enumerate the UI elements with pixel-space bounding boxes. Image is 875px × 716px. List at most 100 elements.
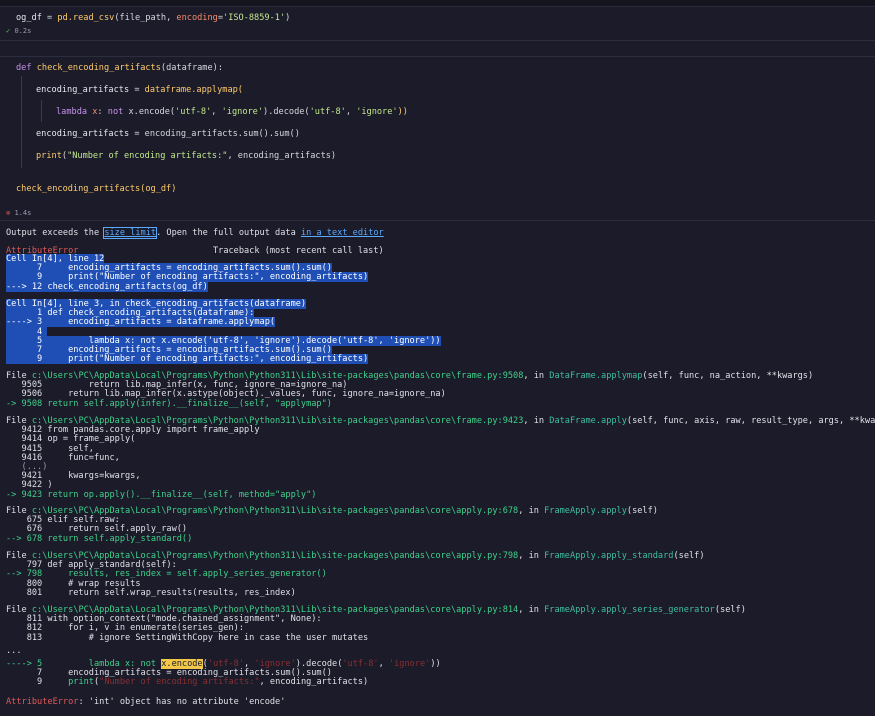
function-name: DataFrame.applymap: [549, 371, 643, 381]
code-token: ,: [378, 659, 389, 669]
code-token: ): [285, 13, 291, 23]
code-token: 9: [6, 677, 69, 688]
in-label: , in: [518, 506, 545, 516]
code-token: og_df: [16, 13, 42, 23]
top-bar: [0, 0, 875, 7]
traceback-line: ----> 3 encoding_artifacts = dataframe.a…: [6, 317, 276, 328]
code-token: ,: [345, 107, 357, 117]
code-token: dataframe.applymap(: [144, 85, 243, 95]
cell1-exec-status: ✓ 0.2s: [6, 27, 31, 35]
indent-guide: [41, 100, 42, 122]
notice-text: Output exceeds the: [6, 228, 105, 238]
code-token: lambda: [56, 107, 88, 117]
traceback-frame-4: File c:\Users\PC\AppData\Local\Programs\…: [6, 551, 705, 598]
cell2-code-line-1[interactable]: def check_encoding_artifacts(dataframe):: [16, 63, 223, 73]
cell-separator: [0, 56, 875, 57]
error-circle-icon: ⊗: [6, 209, 11, 217]
cell-separator: [0, 220, 875, 221]
traceback-line: 9 print("Number of encoding artifacts:",…: [6, 272, 369, 283]
in-label: , in: [518, 551, 545, 561]
traceback-line: 801 return self.wrap_results(results, re…: [6, 587, 296, 598]
cell2-exec-status: ⊗ 1.4s: [6, 209, 31, 217]
code-token: x.encode(: [123, 107, 176, 117]
code-token: 'utf-8': [175, 107, 212, 117]
traceback-line: 813 # ignore SettingWithCopy here in cas…: [6, 632, 369, 643]
code-token: 'ISO-8859-1': [223, 13, 286, 23]
final-error-message: AttributeError: 'int' object has no attr…: [6, 697, 285, 707]
in-label: , in: [523, 416, 550, 426]
code-token: def: [16, 63, 32, 73]
code-token: ).decode(: [263, 107, 310, 117]
cell2-exec-time: 1.4s: [14, 209, 32, 217]
error-message: : 'int' object has no attribute 'encode': [78, 697, 286, 707]
function-signature: (self): [626, 506, 658, 516]
cell2-code-line-6[interactable]: check_encoding_artifacts(og_df): [16, 184, 176, 194]
checkmark-icon: ✓: [6, 27, 11, 35]
code-token: x: [87, 107, 98, 117]
traceback-frame-2: File c:\Users\PC\AppData\Local\Programs\…: [6, 416, 875, 500]
function-name: FrameApply.apply_standard: [544, 551, 674, 561]
function-name: DataFrame.apply: [549, 416, 627, 426]
code-token: 'utf-8': [309, 107, 346, 117]
cell2-code-line-2[interactable]: encoding_artifacts = dataframe.applymap(: [36, 85, 243, 95]
function-signature: (self): [714, 605, 746, 615]
indent-guide: [21, 76, 22, 168]
in-label: , in: [518, 605, 545, 615]
code-token: pd.read_csv: [57, 13, 115, 23]
code-token: check_encoding_artifacts: [36, 63, 161, 73]
function-signature: (self, func, na_action, **kwargs): [642, 371, 814, 381]
code-token: print: [36, 151, 62, 161]
code-token: =: [41, 13, 58, 23]
code-token: = encoding_artifacts.sum().sum(): [129, 129, 300, 139]
traceback-frame-last: ----> 5 lambda x: not x.encode('utf-8', …: [6, 659, 441, 688]
function-signature: (self, func, axis, raw, result_type, arg…: [626, 416, 875, 426]
traceback-frame-1: File c:\Users\PC\AppData\Local\Programs\…: [6, 371, 814, 409]
error-name: AttributeError: [6, 697, 79, 707]
code-token: 'ignore': [356, 107, 398, 117]
output-size-notice: Output exceeds the size limit. Open the …: [6, 227, 384, 239]
function-name: FrameApply.apply: [544, 506, 627, 516]
code-token: encoding_artifacts: [36, 85, 130, 95]
code-token: , encoding_artifacts): [227, 151, 337, 161]
traceback-block-2: Cell In[4], line 3, in check_encoding_ar…: [6, 299, 441, 365]
code-token: )): [397, 107, 408, 117]
code-token: print: [68, 677, 94, 688]
size-limit-link[interactable]: size limit: [103, 227, 158, 239]
ellipsis: ...: [6, 646, 22, 656]
cell1-code-line[interactable]: og_df = pd.read_csv(file_path, encoding=…: [16, 13, 290, 23]
code-token: 'utf-8': [342, 659, 379, 669]
traceback-line: 9 print("Number of encoding artifacts:",…: [6, 354, 369, 365]
code-token: (file_path,: [114, 13, 177, 23]
code-token: encoding_artifacts: [36, 129, 130, 139]
code-token: 'ignore': [221, 107, 264, 117]
traceback-line: ---> 12 check_encoding_artifacts(og_df): [6, 281, 208, 292]
cell2-code-line-4[interactable]: encoding_artifacts = encoding_artifacts.…: [36, 129, 300, 139]
code-token: "Number of encoding artifacts:": [99, 677, 260, 688]
code-token: encoding: [176, 13, 218, 23]
function-name: FrameApply.apply_series_generator: [544, 605, 715, 615]
traceback-frame-3: File c:\Users\PC\AppData\Local\Programs\…: [6, 506, 658, 544]
notice-text: . Open the full output data: [156, 228, 301, 238]
code-token: not: [107, 107, 124, 117]
code-token: =: [129, 85, 145, 95]
traceback-line: -> 9423 return op.apply().__finalize__(s…: [6, 489, 317, 500]
code-token: 'ignore': [388, 659, 431, 669]
code-token: , encoding_artifacts): [259, 677, 369, 688]
function-signature: (self): [673, 551, 705, 561]
code-token: :: [97, 107, 108, 117]
cell1-exec-time: 0.2s: [14, 27, 32, 35]
code-token: ,: [211, 107, 222, 117]
cell2-code-line-5[interactable]: print("Number of encoding artifacts:", e…: [36, 151, 336, 161]
traceback-line: -> 9508 return self.apply(infer).__final…: [6, 398, 332, 409]
open-in-text-editor-link[interactable]: in a text editor: [301, 228, 384, 238]
traceback-line: --> 678 return self.apply_standard(): [6, 533, 193, 544]
traceback-frame-5: File c:\Users\PC\AppData\Local\Programs\…: [6, 605, 746, 643]
traceback-block-1: Cell In[4], line 12 7 encoding_artifacts…: [6, 254, 369, 292]
code-token: (dataframe):: [160, 63, 223, 73]
code-token: "Number of encoding artifacts:": [67, 151, 228, 161]
cell2-code-line-3[interactable]: lambda x: not x.encode('utf-8', 'ignore'…: [56, 107, 408, 117]
code-token: check_encoding_artifacts(og_df): [16, 184, 177, 194]
cell-separator: [0, 40, 875, 41]
in-label: , in: [523, 371, 550, 381]
code-token: )): [430, 659, 441, 669]
